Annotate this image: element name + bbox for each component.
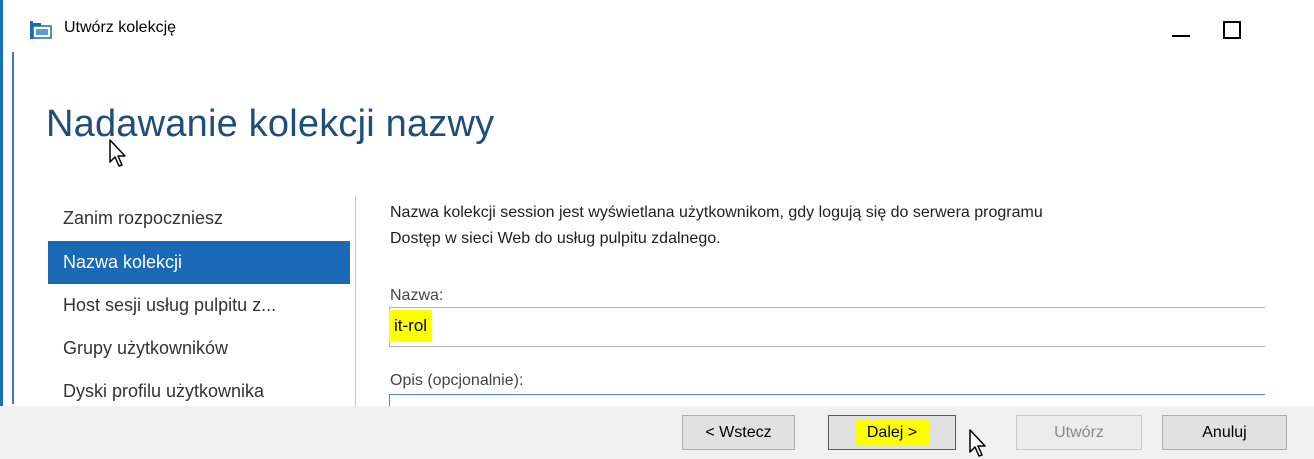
wizard-nav: Zanim rozpoczniesz Nazwa kolekcji Host s… — [48, 196, 350, 413]
collection-wizard-icon — [30, 21, 52, 39]
name-label: Nazwa: — [390, 287, 444, 304]
window-left-accent — [0, 0, 3, 459]
description-line: Dostęp w sieci Web do usług pulpitu zdal… — [390, 230, 721, 247]
create-button[interactable]: Utwórz — [1016, 415, 1142, 450]
minimize-button[interactable] — [1160, 12, 1200, 46]
cancel-button[interactable]: Anuluj — [1162, 415, 1287, 450]
back-button[interactable]: < Wstecz — [682, 415, 795, 450]
content-left-border — [12, 52, 14, 404]
maximize-button[interactable] — [1212, 12, 1252, 46]
description-text: Nazwa kolekcji session jest wyświetlana … — [390, 200, 1270, 252]
nav-item-session-host[interactable]: Host sesji usług pulpitu z... — [48, 284, 350, 327]
window-title: Utwórz kolekcję — [64, 19, 177, 36]
next-button-label: Dalej > — [854, 420, 930, 445]
title-bar: Utwórz kolekcję — [0, 0, 1314, 56]
mouse-cursor-icon — [969, 429, 986, 457]
description-line: Nazwa kolekcji session jest wyświetlana … — [390, 204, 1043, 221]
name-input[interactable] — [389, 307, 1265, 347]
next-button[interactable]: Dalej > — [828, 415, 956, 450]
mouse-cursor-icon — [109, 139, 126, 167]
nav-item-collection-name[interactable]: Nazwa kolekcji — [48, 241, 350, 284]
nav-item-user-groups[interactable]: Grupy użytkowników — [48, 327, 350, 370]
nav-item-before-you-begin[interactable]: Zanim rozpoczniesz — [48, 196, 350, 241]
nav-divider — [355, 196, 356, 406]
description-label: Opis (opcjonalnie): — [390, 372, 524, 389]
name-input-value[interactable]: it-rol — [389, 310, 433, 342]
